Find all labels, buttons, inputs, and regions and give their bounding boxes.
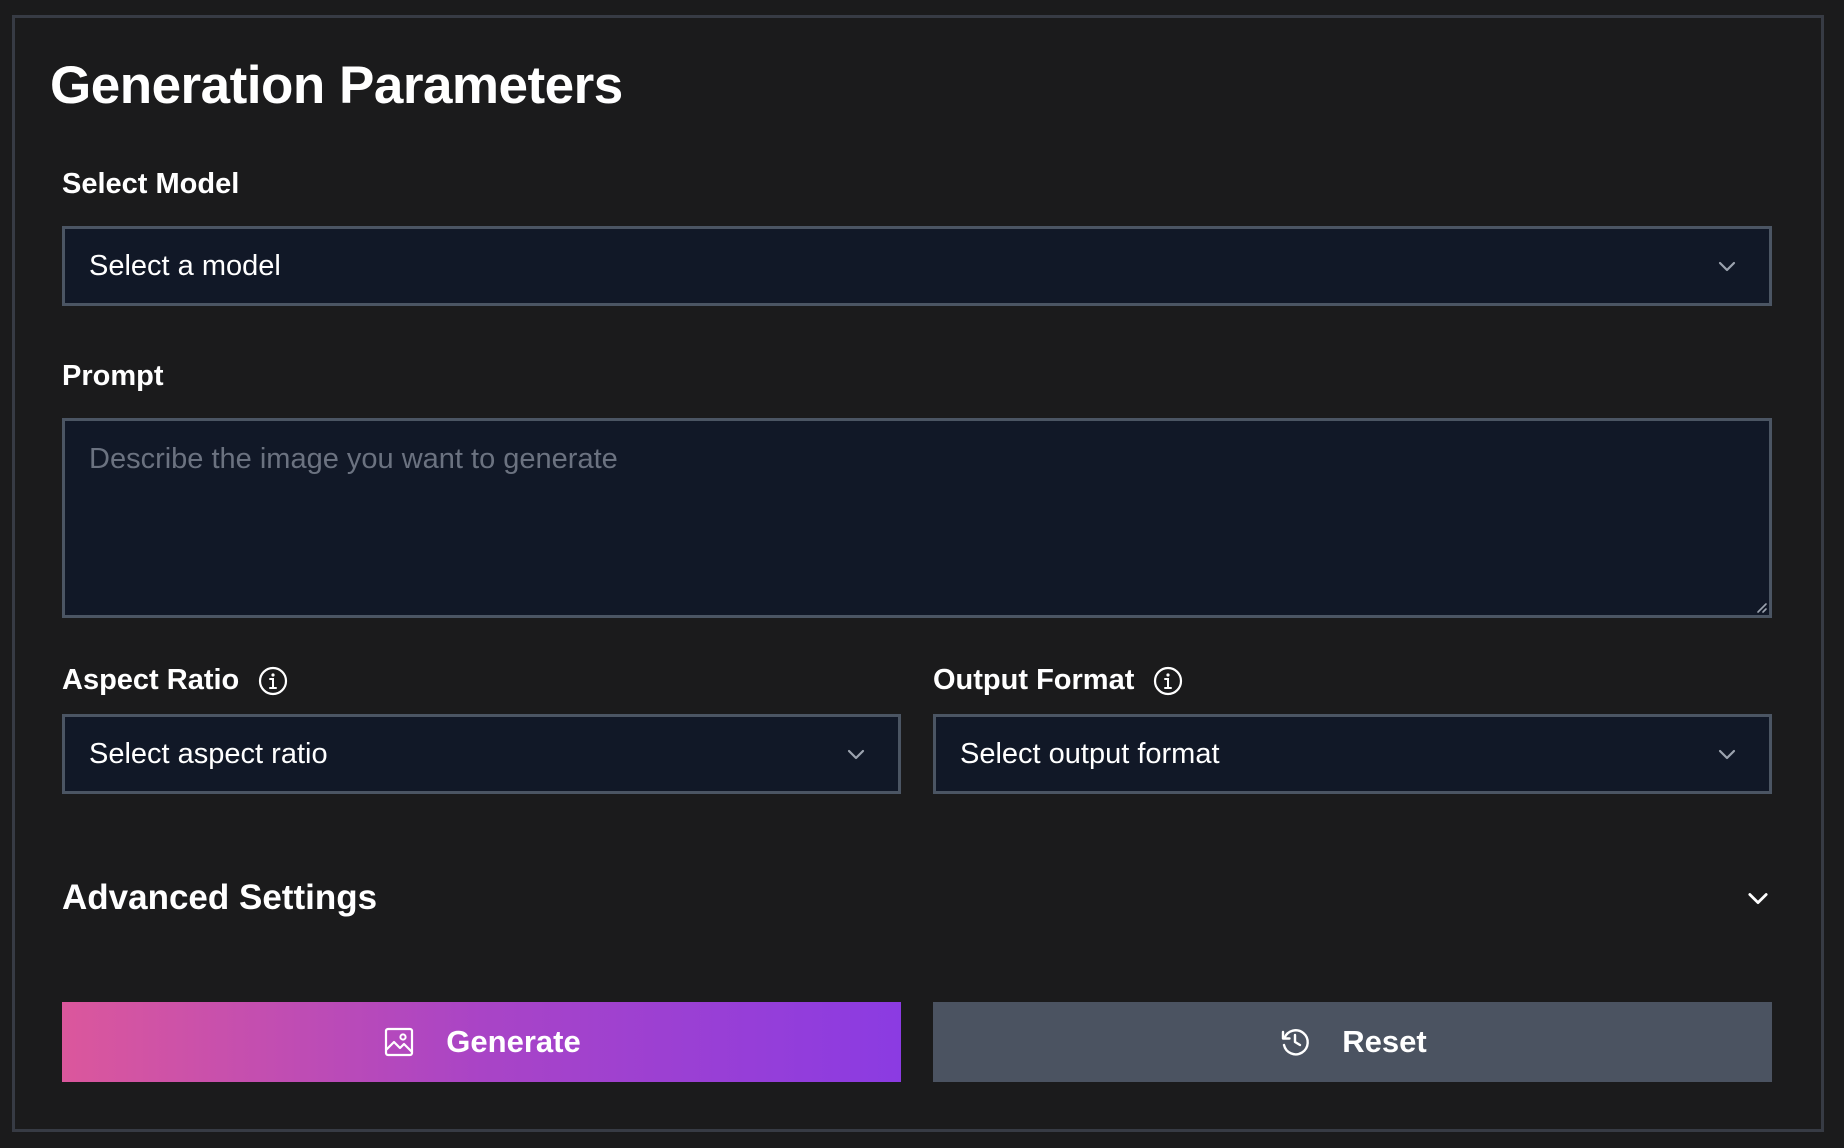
select-model-label: Select Model xyxy=(62,168,239,201)
reset-button[interactable]: Reset xyxy=(933,1002,1772,1082)
image-icon xyxy=(385,1027,414,1057)
info-icon[interactable] xyxy=(1152,665,1184,697)
chevron-down-icon xyxy=(1718,749,1736,760)
advanced-settings-label: Advanced Settings xyxy=(62,878,378,917)
output-format-label-text: Output Format xyxy=(933,664,1135,696)
info-icon[interactable] xyxy=(257,665,289,697)
prompt-textarea[interactable] xyxy=(62,418,1772,618)
reset-button-label: Reset xyxy=(1342,1024,1427,1059)
chevron-down-icon xyxy=(1718,261,1736,272)
advanced-settings-toggle[interactable]: Advanced Settings xyxy=(62,863,1772,933)
model-select[interactable]: Select a model xyxy=(62,226,1772,306)
model-select-value: Select a model xyxy=(89,249,281,282)
prompt-label: Prompt xyxy=(62,360,164,393)
select-model-label-text: Select Model xyxy=(62,168,240,200)
page-title: Generation Parameters xyxy=(50,56,623,115)
output-format-select-value: Select output format xyxy=(960,737,1220,770)
aspect-ratio-select-value: Select aspect ratio xyxy=(89,737,328,770)
generate-button[interactable]: Generate xyxy=(62,1002,901,1082)
history-icon xyxy=(1282,1029,1310,1056)
chevron-down-icon xyxy=(1748,893,1768,905)
resize-grip-icon[interactable] xyxy=(1752,598,1768,614)
output-format-label: Output Format xyxy=(933,664,1184,697)
output-format-select[interactable]: Select output format xyxy=(933,714,1772,794)
chevron-down-icon xyxy=(847,749,865,760)
prompt-label-text: Prompt xyxy=(62,360,164,392)
generate-button-label: Generate xyxy=(446,1024,581,1059)
aspect-ratio-select[interactable]: Select aspect ratio xyxy=(62,714,901,794)
aspect-ratio-label-text: Aspect Ratio xyxy=(62,664,240,696)
aspect-ratio-label: Aspect Ratio xyxy=(62,664,289,697)
